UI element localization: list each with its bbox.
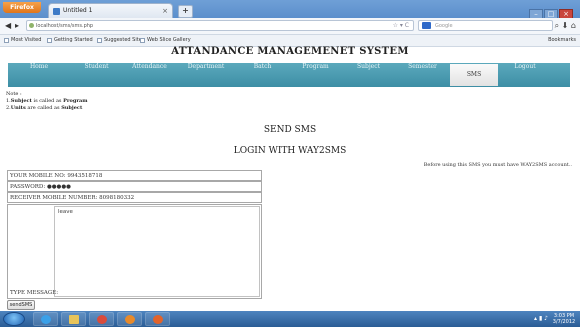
menu-item-program[interactable]: Program <box>289 63 342 87</box>
site-identity-icon[interactable] <box>29 23 34 28</box>
password-field[interactable]: PASSWORD: ●●●●● <box>7 181 262 192</box>
note-line-2: 2.Units are called as Subject <box>6 105 83 111</box>
bookmark-icon <box>4 38 9 43</box>
menu-item-department[interactable]: Department <box>176 63 236 87</box>
clock[interactable]: 3:03 PM 3/7/2012 <box>552 313 576 325</box>
menu-item-attendance[interactable]: Attendance <box>123 63 176 87</box>
send-sms-button[interactable]: sendSMS <box>7 300 35 310</box>
search-placeholder: Google <box>435 23 453 29</box>
search-engine-icon[interactable] <box>422 22 431 29</box>
window-controls: – □ × <box>528 1 576 19</box>
login-heading: LOGIN WITH WAY2SMS <box>233 146 347 156</box>
bookmarks-menu[interactable]: Bookmarks <box>548 35 576 46</box>
firefox-icon <box>153 315 163 324</box>
send-sms-heading: SEND SMS <box>263 125 317 135</box>
receiver-value[interactable]: 8098180332 <box>99 195 134 201</box>
bookmark-getting-started[interactable]: Getting Started <box>47 35 93 46</box>
account-hint: Before using this SMS you must have WAY2… <box>423 162 572 168</box>
taskbar-chrome-button[interactable] <box>89 312 114 326</box>
note-label: Note : <box>6 91 22 97</box>
menu-item-home[interactable]: Home <box>8 63 70 87</box>
message-textarea[interactable]: leave <box>54 206 260 297</box>
taskbar-firefox-button[interactable] <box>145 312 170 326</box>
start-button[interactable] <box>3 312 25 326</box>
close-tab-icon[interactable]: × <box>162 4 168 18</box>
taskbar-ie-button[interactable] <box>33 312 58 326</box>
address-bar[interactable]: localhost/sms/sms.php ☆ ▾ C <box>26 20 414 31</box>
password-value[interactable]: ●●●●● <box>47 184 71 190</box>
tab-title: Untitled 1 <box>63 7 93 14</box>
password-label: PASSWORD: <box>10 184 46 190</box>
browser-tab[interactable]: Untitled 1 × <box>48 3 173 18</box>
forward-arrow-icon[interactable]: ▸ <box>15 21 25 31</box>
taskbar-media-button[interactable] <box>117 312 142 326</box>
taskbar-explorer-button[interactable] <box>61 312 86 326</box>
menu-item-student[interactable]: Student <box>70 63 123 87</box>
media-player-icon <box>125 315 135 324</box>
clock-date: 3/7/2012 <box>552 319 576 325</box>
sms-form: YOUR MOBILE NO: 9943518718 PASSWORD: ●●●… <box>7 170 262 299</box>
menu-item-semester[interactable]: Semester <box>395 63 450 87</box>
firefox-menu-button[interactable]: Firefox <box>3 2 41 13</box>
note-line-1: 1.Subject is called as Program <box>6 98 88 104</box>
message-row: leave TYPE MESSAGE: <box>7 204 262 299</box>
window-titlebar: Firefox Untitled 1 × + – □ × <box>0 0 580 19</box>
tray-icons[interactable]: ▴ ▮ ♪ <box>534 315 548 322</box>
page-title: ATTANDANCE MANAGEMENET SYSTEM <box>171 46 409 57</box>
chrome-icon <box>97 315 107 324</box>
menu-item-subject[interactable]: Subject <box>342 63 395 87</box>
bookmark-star-icon[interactable]: ☆ ▾ C <box>393 21 409 31</box>
bookmark-icon <box>47 38 52 43</box>
windows-taskbar: ▴ ▮ ♪ 3:03 PM 3/7/2012 <box>0 311 580 327</box>
navigation-bar: ◀ ▸ localhost/sms/sms.php ☆ ▾ C Google ⌕… <box>0 18 580 35</box>
bookmark-most-visited[interactable]: Most Visited <box>4 35 41 46</box>
mobile-number-field[interactable]: YOUR MOBILE NO: 9943518718 <box>7 170 262 181</box>
new-tab-button[interactable]: + <box>178 5 193 18</box>
search-box[interactable]: Google <box>418 20 553 31</box>
menu-item-logout[interactable]: Logout <box>498 63 552 87</box>
bookmark-suggested-sites[interactable]: Suggested Sites <box>97 35 144 46</box>
bookmark-icon <box>97 38 102 43</box>
folder-icon <box>69 315 79 324</box>
url-text: localhost/sms/sms.php <box>36 23 94 29</box>
receiver-label: RECEIVER MOBILE NUMBER: <box>10 195 98 201</box>
bookmark-web-slice-gallery[interactable]: Web Slice Gallery <box>140 35 191 46</box>
bookmark-icon <box>140 38 145 43</box>
message-label: TYPE MESSAGE: <box>10 290 59 296</box>
menu-item-sms[interactable]: SMS <box>450 64 498 86</box>
toolbar-icons[interactable]: ⌕ ⬇ ⌂ <box>555 21 576 31</box>
mobile-value[interactable]: 9943518718 <box>67 173 102 179</box>
mobile-label: YOUR MOBILE NO: <box>10 173 66 179</box>
internet-explorer-icon <box>41 315 51 324</box>
page-favicon-icon <box>53 8 60 15</box>
main-menu: Home Student Attendance Department Batch… <box>8 63 570 87</box>
menu-item-batch[interactable]: Batch <box>236 63 289 87</box>
back-arrow-icon[interactable]: ◀ <box>5 21 15 31</box>
receiver-number-field[interactable]: RECEIVER MOBILE NUMBER: 8098180332 <box>7 192 262 203</box>
